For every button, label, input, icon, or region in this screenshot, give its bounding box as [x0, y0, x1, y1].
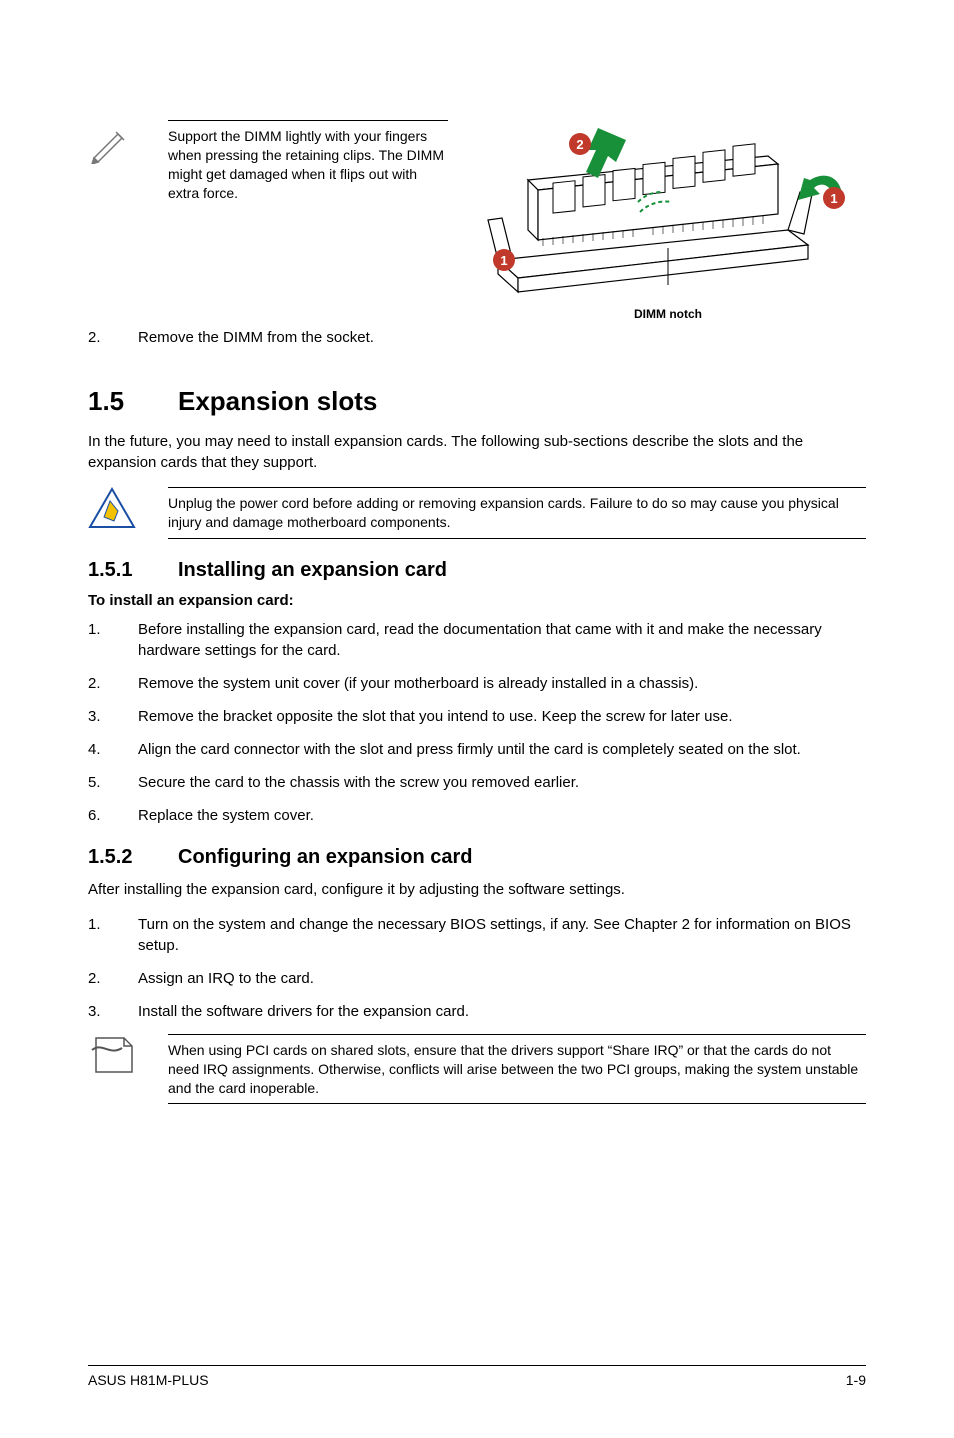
- subsection-number: 1.5.2: [88, 846, 178, 869]
- subsection-title: Installing an expansion card: [178, 559, 447, 581]
- section-number: 1.5: [88, 386, 178, 417]
- step-2-number: 2.: [88, 329, 138, 346]
- footer-left: ASUS H81M-PLUS: [88, 1372, 209, 1388]
- section-1-5-2-heading: 1.5.2Configuring an expansion card: [88, 846, 866, 869]
- warning-icon: [88, 487, 148, 534]
- note-row: When using PCI cards on shared slots, en…: [88, 1034, 866, 1105]
- section-title: Expansion slots: [178, 386, 377, 416]
- step-2-text: Remove the DIMM from the socket.: [138, 329, 866, 346]
- install-steps: 1.Before installing the expansion card, …: [88, 619, 866, 826]
- section-1-5-intro: In the future, you may need to install e…: [88, 431, 866, 473]
- page-footer: ASUS H81M-PLUS 1-9: [88, 1365, 866, 1388]
- step-2-row: 2. Remove the DIMM from the socket.: [88, 329, 866, 346]
- footer-right: 1-9: [846, 1372, 866, 1388]
- configure-steps: 1.Turn on the system and change the nece…: [88, 914, 866, 1022]
- section-1-5-1-heading: 1.5.1Installing an expansion card: [88, 559, 866, 582]
- subsection-number: 1.5.1: [88, 559, 178, 582]
- note-icon: [88, 1034, 148, 1081]
- svg-text:1: 1: [830, 191, 837, 206]
- svg-text:2: 2: [576, 137, 583, 152]
- dimm-notch-label: DIMM notch: [588, 307, 748, 321]
- svg-text:1: 1: [500, 253, 507, 268]
- note-text: When using PCI cards on shared slots, en…: [168, 1041, 866, 1098]
- warning-text: Unplug the power cord before adding or r…: [168, 494, 866, 532]
- callout-text: Support the DIMM lightly with your finge…: [168, 127, 448, 203]
- dimm-removal-illustration: 2 1 1 DIMM notch: [448, 120, 866, 321]
- pencil-icon: [88, 120, 148, 169]
- install-lead: To install an expansion card:: [88, 592, 866, 609]
- section-1-5-2-intro: After installing the expansion card, con…: [88, 879, 866, 900]
- warning-row: Unplug the power cord before adding or r…: [88, 487, 866, 539]
- section-1-5-heading: 1.5Expansion slots: [88, 386, 866, 417]
- support-dimm-callout: Support the DIMM lightly with your finge…: [88, 120, 866, 321]
- subsection-title: Configuring an expansion card: [178, 846, 472, 868]
